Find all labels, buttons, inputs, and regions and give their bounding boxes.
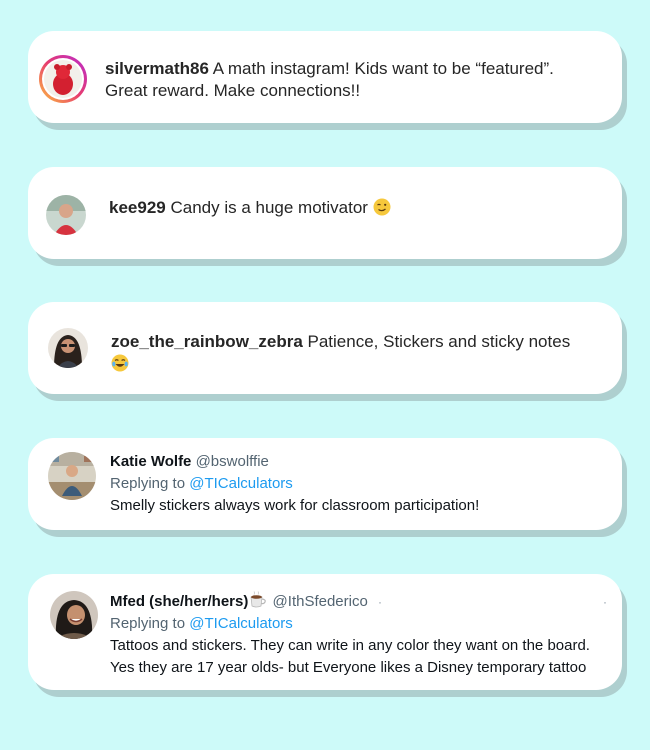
avatar[interactable]: [38, 54, 88, 104]
comment-text: Patience, Stickers and sticky notes: [307, 332, 571, 351]
avatar-photo-icon: [46, 195, 86, 235]
tweet-handle[interactable]: @bswolffie: [196, 453, 269, 470]
comment-body: silvermath86 A math instagram! Kids want…: [105, 58, 610, 102]
replying-to-label: Replying to: [110, 615, 186, 632]
tweet-text-line2: Yes they are 17 year olds- but Everyone …: [110, 659, 587, 676]
tweet-body: Katie Wolfe @bswolffie Replying to @TICa…: [110, 451, 610, 517]
coffee-cup-icon: [250, 591, 267, 608]
tweet-display-name[interactable]: Mfed (she/her/hers): [110, 593, 248, 610]
avatar[interactable]: [50, 591, 98, 639]
comment-text: Candy is a huge motivator: [170, 198, 368, 217]
avatar-story-ring-icon: [39, 55, 87, 103]
tweet-display-name[interactable]: Katie Wolfe: [110, 453, 191, 470]
separator-dot-icon: ·: [603, 595, 607, 609]
tweet-body: Mfed (she/her/hers) @IthSfederico Replyi…: [110, 591, 610, 679]
avatar[interactable]: [48, 328, 88, 368]
avatar[interactable]: [48, 452, 96, 500]
tweet-text: Smelly stickers always work for classroo…: [110, 497, 480, 514]
tweet-handle[interactable]: @IthSfederico: [273, 593, 368, 610]
comment-card-silvermath86: silvermath86 A math instagram! Kids want…: [28, 31, 622, 123]
comment-body: kee929 Candy is a huge motivator: [109, 197, 609, 219]
comment-text-line1: A math instagram! Kids want to be “featu…: [212, 59, 554, 78]
tweet-header: Mfed (she/her/hers) @IthSfederico: [110, 591, 610, 613]
tweet-text-line1: Tattoos and stickers. They can write in …: [110, 637, 590, 654]
comment-username[interactable]: silvermath86: [105, 59, 209, 78]
tears-of-joy-face-icon: [111, 354, 129, 372]
comment-text-line2: Great reward. Make connections!!: [105, 81, 361, 100]
tweet-header: Katie Wolfe @bswolffie: [110, 451, 610, 473]
replying-to-mention[interactable]: @TICalculators: [189, 475, 293, 492]
avatar-photo-icon: [48, 328, 88, 368]
tweet-card-mfed: Mfed (she/her/hers) @IthSfederico Replyi…: [28, 574, 622, 690]
tweet-replying-to: Replying to @TICalculators: [110, 473, 610, 495]
separator-dot-icon: ·: [378, 595, 382, 609]
avatar-photo-icon: [48, 452, 96, 500]
comment-body: zoe_the_rainbow_zebra Patience, Stickers…: [111, 331, 611, 375]
replying-to-label: Replying to: [110, 475, 186, 492]
replying-to-mention[interactable]: @TICalculators: [189, 615, 293, 632]
tweet-card-katie-wolfe: Katie Wolfe @bswolffie Replying to @TICa…: [28, 438, 622, 530]
avatar[interactable]: [46, 195, 86, 235]
comment-username[interactable]: kee929: [109, 198, 166, 217]
tweet-replying-to: Replying to @TICalculators: [110, 613, 610, 635]
winking-face-icon: [373, 198, 391, 216]
comment-card-zoe-the-rainbow-zebra: zoe_the_rainbow_zebra Patience, Stickers…: [28, 302, 622, 394]
comment-username[interactable]: zoe_the_rainbow_zebra: [111, 332, 303, 351]
avatar-photo-icon: [50, 591, 98, 639]
comment-card-kee929: kee929 Candy is a huge motivator: [28, 167, 622, 259]
